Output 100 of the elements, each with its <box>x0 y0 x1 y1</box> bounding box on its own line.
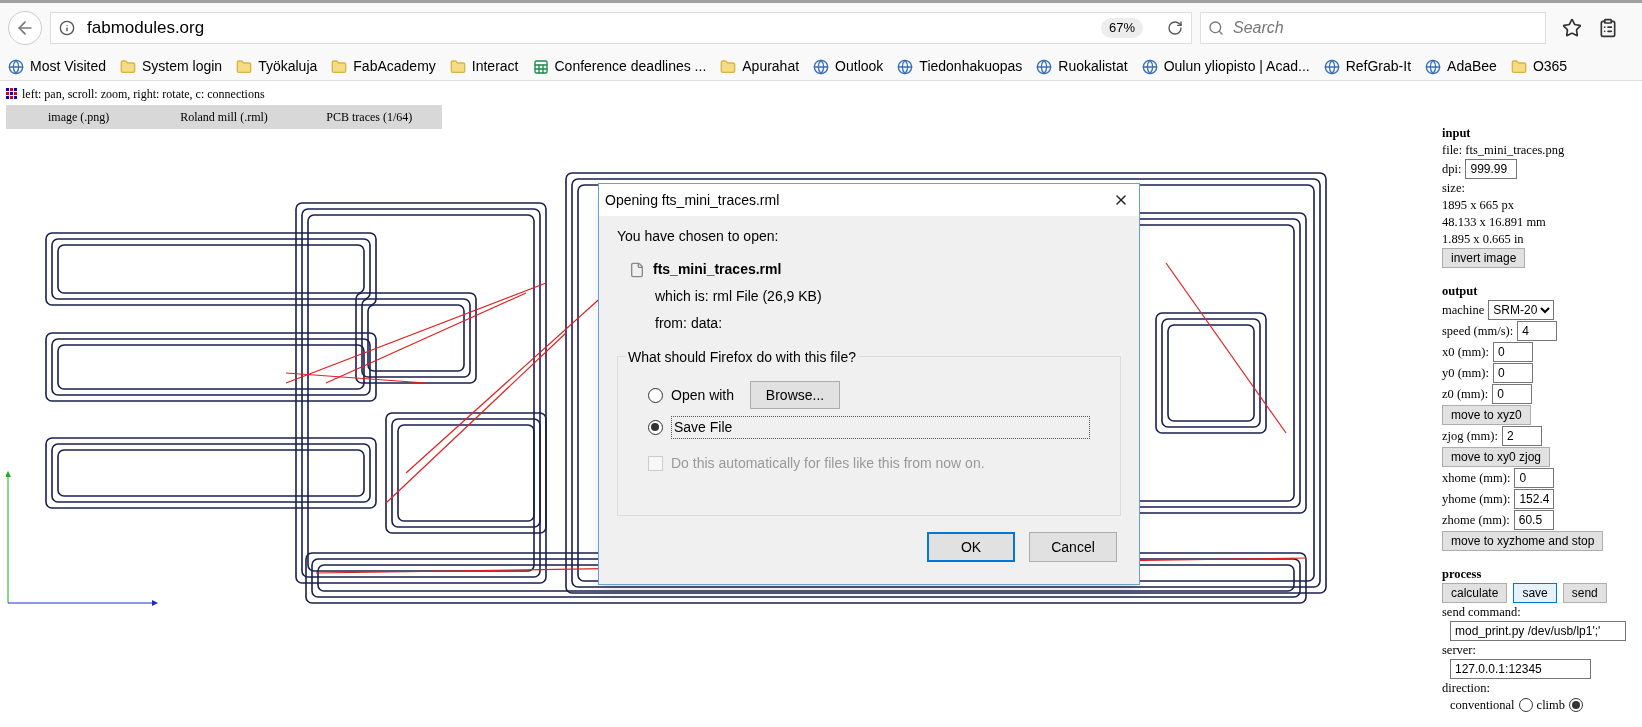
file-type-text: rml File (26,9 KB) <box>712 287 822 306</box>
section-heading: output <box>1442 283 1479 299</box>
globe-icon <box>1425 58 1442 75</box>
globe-icon <box>8 58 24 75</box>
radio-button[interactable] <box>648 387 663 403</box>
dpi-field[interactable]: 999.99 <box>1465 159 1518 179</box>
zoom-badge[interactable]: 67% <box>1100 18 1143 38</box>
bookmark-item[interactable]: Interact <box>449 56 519 77</box>
radio-button[interactable] <box>1518 698 1533 712</box>
info-icon <box>59 20 75 36</box>
step-link[interactable]: PCB traces (1/64) <box>296 108 442 126</box>
folder-icon <box>331 58 348 75</box>
bookmark-item[interactable]: System login <box>120 56 223 77</box>
folder-icon <box>1510 58 1527 75</box>
machine-dropdown[interactable]: SRM-20 <box>1488 300 1555 320</box>
section-heading: process <box>1442 566 1483 582</box>
checkbox-label: Do this automatically for files like this from now on. <box>671 454 985 473</box>
dialog-button[interactable]: Cancel <box>1029 532 1117 562</box>
command-label: send command: <box>1442 604 1522 620</box>
server-label: server: <box>1442 642 1477 658</box>
option-label[interactable]: Open with <box>671 384 735 406</box>
step-link[interactable]: image (.png) <box>6 108 152 126</box>
size-label: size: <box>1442 180 1466 196</box>
star-icon[interactable] <box>1562 18 1582 38</box>
size-text: 1.895 x 0.665 in <box>1442 231 1525 247</box>
folder-icon <box>449 58 466 75</box>
server-field[interactable]: 127.0.0.1:12345 <box>1450 659 1591 679</box>
number-field[interactable]: 0 <box>1514 468 1555 488</box>
field-label: y0 (mm): <box>1442 365 1489 381</box>
spreadsheet-icon <box>532 58 549 75</box>
radio-button[interactable] <box>648 419 663 435</box>
file-name: fts_mini_traces.rml <box>653 260 782 279</box>
field-label: z0 (mm): <box>1442 386 1489 402</box>
bookmark-item[interactable]: O365 <box>1510 56 1568 77</box>
bookmark-item[interactable]: Työkaluja <box>236 56 318 77</box>
globe-icon <box>1323 58 1340 75</box>
dialog-title: Opening fts_mini_traces.rml <box>605 190 780 210</box>
number-field[interactable]: 2 <box>1501 426 1542 446</box>
number-field[interactable]: 152.4 <box>1514 489 1555 509</box>
size-text: 1895 x 665 px <box>1442 197 1515 213</box>
direction-label: direction: <box>1442 680 1491 696</box>
field-label: speed (mm/s): <box>1442 323 1514 339</box>
panel-button[interactable]: save <box>1513 583 1557 603</box>
panel-button[interactable]: send <box>1562 583 1607 603</box>
search-field[interactable]: Search <box>1200 12 1546 44</box>
folder-icon <box>720 58 737 75</box>
which-is-label: which is: <box>655 287 709 306</box>
hint-text: left: pan, scroll: zoom, right: rotate, c: connections <box>22 86 265 103</box>
field-label: zhome (mm): <box>1442 512 1510 528</box>
bookmark-item[interactable]: Conference deadlines ... <box>532 56 707 77</box>
panel-button[interactable]: move to xyzhome and stop <box>1442 531 1604 551</box>
number-field[interactable]: 60.5 <box>1513 510 1554 530</box>
globe-icon <box>1036 58 1053 75</box>
back-button[interactable] <box>8 11 42 45</box>
number-field[interactable]: 0 <box>1492 384 1533 404</box>
folder-icon <box>236 58 253 75</box>
machine-label: machine <box>1442 302 1485 318</box>
panel-button[interactable]: move to xyz0 <box>1442 405 1531 425</box>
browse-button[interactable]: Browse... <box>750 381 841 409</box>
reading-list-icon[interactable] <box>1598 18 1618 38</box>
file-name-text: file: fts_mini_traces.png <box>1442 142 1566 158</box>
globe-icon <box>1141 58 1158 75</box>
source-text: data: <box>690 314 723 333</box>
reload-icon[interactable] <box>1167 20 1183 36</box>
field-label: x0 (mm): <box>1442 344 1489 360</box>
bookmark-item[interactable]: Apurahat <box>720 56 800 77</box>
url-text: fabmodules.org <box>87 17 206 40</box>
panel-button[interactable]: move to xy0 zjog <box>1442 447 1551 467</box>
bookmark-item[interactable]: Ruokalistat <box>1036 56 1128 77</box>
bookmark-item[interactable]: AdaBee <box>1425 56 1497 77</box>
field-label: yhome (mm): <box>1442 491 1511 507</box>
intro-text: You have chosen to open: <box>617 227 780 246</box>
folder-icon <box>120 58 136 75</box>
radio-label: conventional <box>1450 697 1515 713</box>
bookmark-item[interactable]: RefGrab-It <box>1323 56 1412 77</box>
bookmark-item[interactable]: Tiedonhakuopas <box>897 56 1023 77</box>
from-label: from: <box>655 314 687 333</box>
globe-icon <box>813 58 830 75</box>
dpi-label: dpi: <box>1442 161 1462 177</box>
bookmark-item[interactable]: Oulun yliopisto | Acad... <box>1141 56 1310 77</box>
command-field[interactable]: mod_print.py /dev/usb/lp1';' <box>1450 621 1626 641</box>
globe-icon <box>897 58 914 75</box>
dialog-button[interactable]: OK <box>927 532 1015 562</box>
number-field[interactable]: 0 <box>1492 363 1533 383</box>
panel-button[interactable]: calculate <box>1442 583 1508 603</box>
field-label: xhome (mm): <box>1442 470 1511 486</box>
field-label: zjog (mm): <box>1442 428 1498 444</box>
size-text: 48.133 x 16.891 mm <box>1442 214 1547 230</box>
radio-button[interactable] <box>1569 698 1584 712</box>
step-link[interactable]: Roland mill (.rml) <box>151 108 297 126</box>
number-field[interactable]: 0 <box>1492 342 1533 362</box>
section-heading: input <box>1442 125 1472 141</box>
option-label[interactable]: Save File <box>670 415 1090 439</box>
bookmark-item[interactable]: Outlook <box>813 56 884 77</box>
bookmark-item[interactable]: FabAcademy <box>331 56 436 77</box>
bookmark-item[interactable]: Most Visited <box>8 56 106 77</box>
panel-button[interactable]: invert image <box>1442 248 1526 268</box>
grid-logo-icon <box>6 88 18 100</box>
radio-label: climb <box>1536 697 1566 713</box>
number-field[interactable]: 4 <box>1517 321 1558 341</box>
